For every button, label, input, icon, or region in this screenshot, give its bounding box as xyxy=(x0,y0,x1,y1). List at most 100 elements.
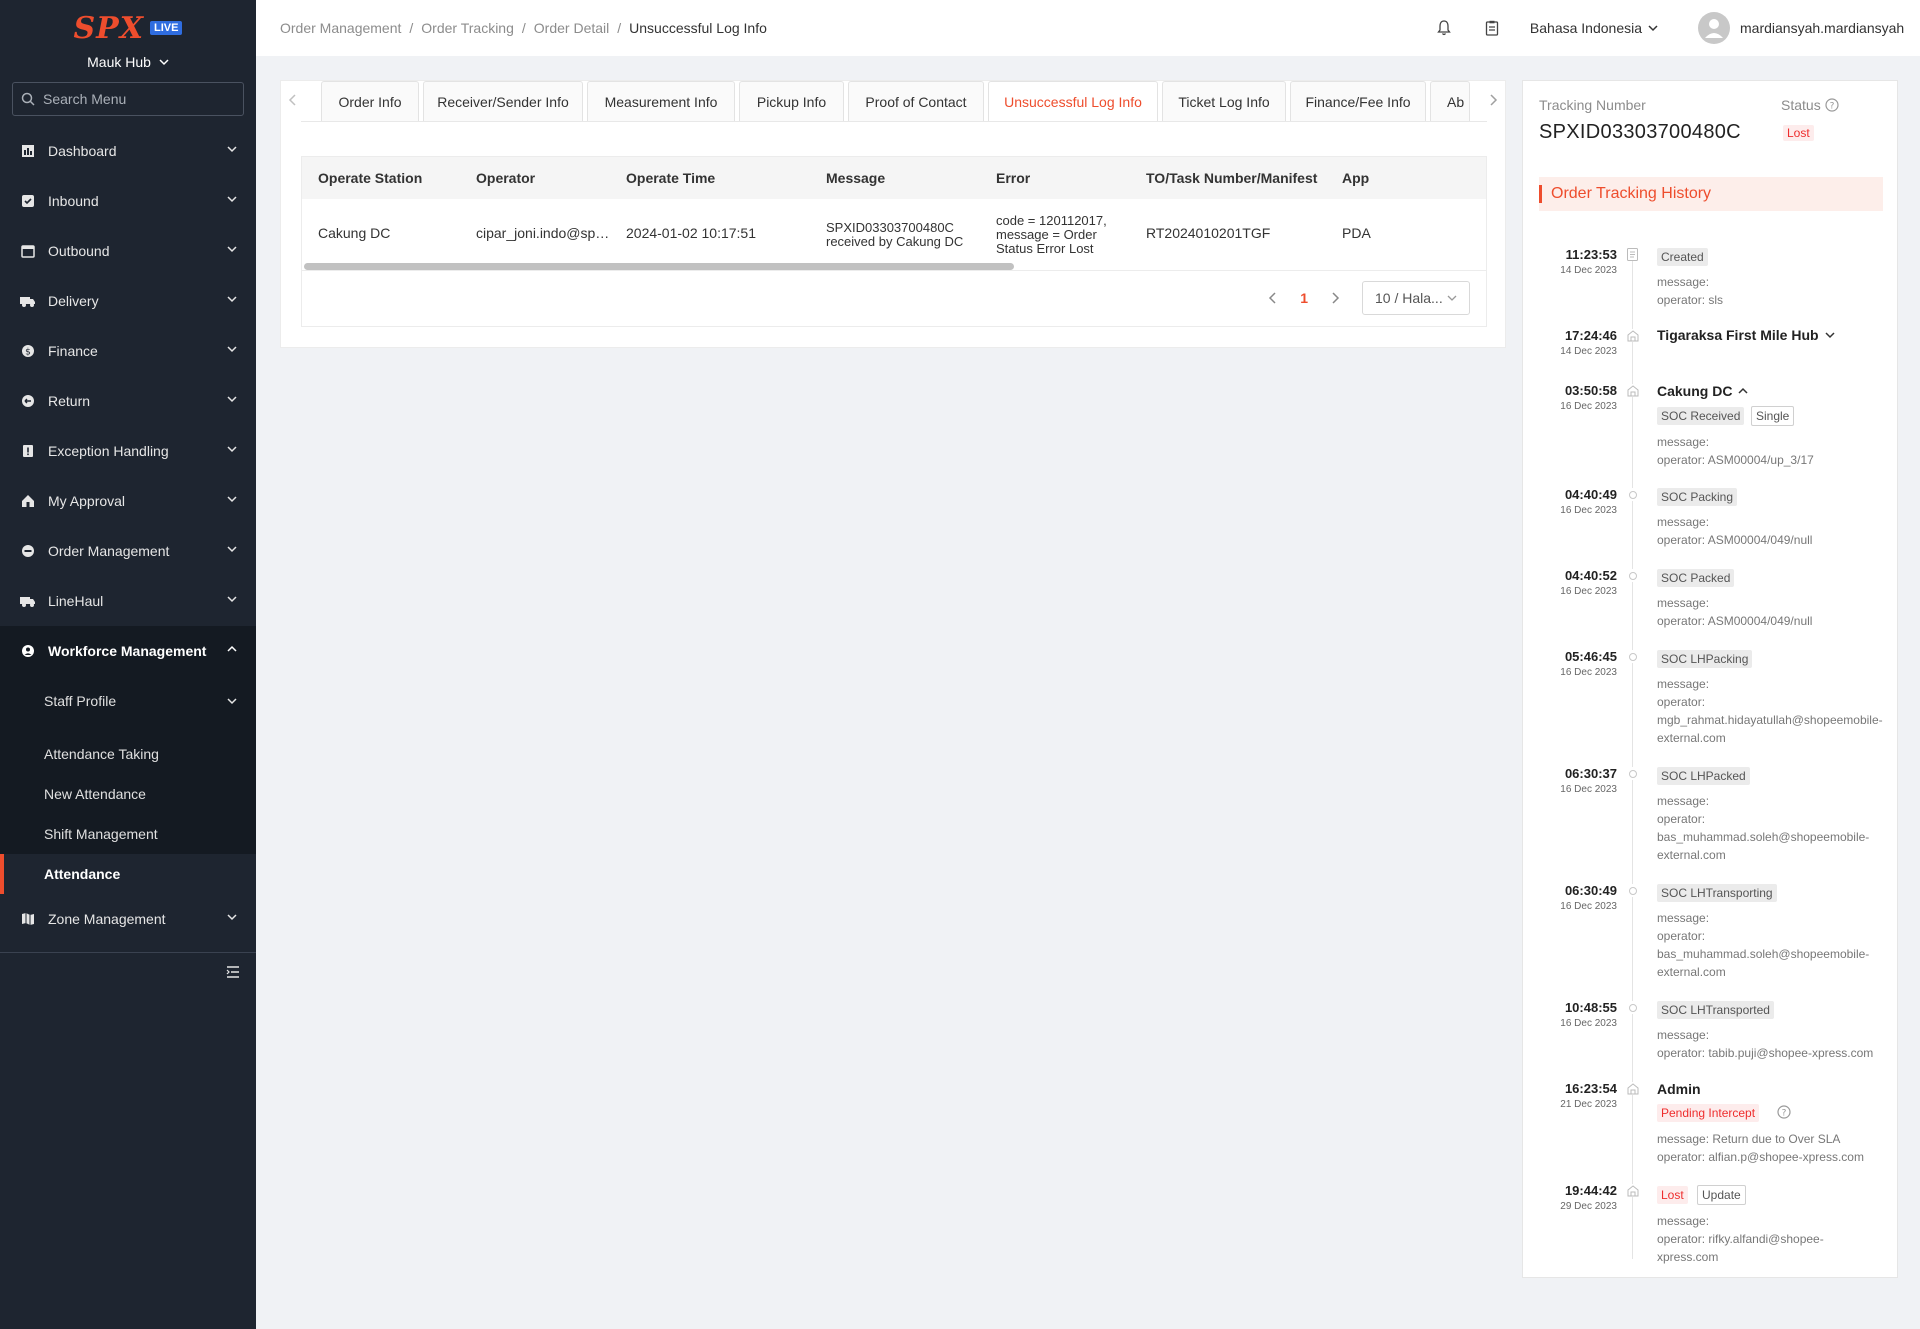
workforce-submenu: Staff Profile Attendance Taking New Atte… xyxy=(0,676,256,894)
spx-logo[interactable]: SPX LIVE xyxy=(0,0,256,48)
menu-order-management[interactable]: Order Management xyxy=(0,526,256,576)
breadcrumb-order-detail[interactable]: Order Detail xyxy=(534,20,609,36)
event-operator: operator: ASM00004/049/null xyxy=(1657,533,1813,547)
menu-label: Delivery xyxy=(48,293,99,309)
breadcrumb: Order Management / Order Tracking / Orde… xyxy=(280,20,767,36)
submenu-shift-management[interactable]: Shift Management xyxy=(0,814,256,854)
tab-pickup-info[interactable]: Pickup Info xyxy=(739,81,844,121)
breadcrumb-order-management[interactable]: Order Management xyxy=(280,20,401,36)
menu-workforce-management[interactable]: Workforce Management xyxy=(0,626,256,676)
event-message: message: xyxy=(1657,275,1710,289)
timeline-dot xyxy=(1626,569,1639,582)
menu-label: My Approval xyxy=(48,493,126,509)
table-row: Cakung DC cipar_joni.indo@spx... 2024-01… xyxy=(302,199,1486,263)
menu-label: Order Management xyxy=(48,543,170,559)
collapse-sidebar-button[interactable] xyxy=(0,953,256,991)
submenu-label: Attendance Taking xyxy=(44,746,159,762)
next-page-icon[interactable] xyxy=(1330,292,1340,304)
tab-proof-of-contact[interactable]: Proof of Contact xyxy=(848,81,984,121)
submenu-spacer xyxy=(0,726,256,734)
calendar-icon xyxy=(20,243,36,259)
search-menu-input[interactable] xyxy=(43,91,233,107)
help-icon[interactable]: ? xyxy=(1825,98,1839,112)
submenu-label: New Attendance xyxy=(44,786,146,802)
event-message: message: xyxy=(1657,911,1710,925)
home-icon xyxy=(20,493,36,509)
chart-icon xyxy=(20,143,36,159)
svg-text:?: ? xyxy=(1829,102,1834,112)
cell-manifest: RT2024010201TGF xyxy=(1146,225,1271,241)
submenu-staff-profile[interactable]: Staff Profile xyxy=(0,676,256,726)
user-menu[interactable]: mardiansyah.mardiansyah xyxy=(1698,12,1920,44)
order-detail-panel: Order Info Receiver/Sender Info Measurem… xyxy=(280,80,1506,348)
submenu-label: Staff Profile xyxy=(44,693,117,709)
search-menu-box[interactable] xyxy=(12,82,244,116)
coin-icon: $ xyxy=(20,343,36,359)
tab-unsuccessful-log-info[interactable]: Unsuccessful Log Info xyxy=(988,81,1158,121)
menu-return[interactable]: Return xyxy=(0,376,256,426)
page-size-select[interactable]: 10 / Hala... xyxy=(1362,281,1470,315)
submenu-new-attendance[interactable]: New Attendance xyxy=(0,774,256,814)
event-date: 16 Dec 2023 xyxy=(1560,667,1617,678)
tab-measurement-info[interactable]: Measurement Info xyxy=(587,81,735,121)
menu-label: Finance xyxy=(48,343,98,359)
page-number[interactable]: 1 xyxy=(1300,290,1308,306)
top-header: Order Management / Order Tracking / Orde… xyxy=(256,0,1920,56)
chevron-down-icon xyxy=(227,196,237,203)
event-operator: operator: alfian.p@shopee-xpress.com xyxy=(1657,1150,1864,1164)
tab-ticket-log-info[interactable]: Ticket Log Info xyxy=(1162,81,1286,121)
event-time: 17:24:46 xyxy=(1564,328,1617,343)
breadcrumb-order-tracking[interactable]: Order Tracking xyxy=(421,20,514,36)
chevron-down-icon xyxy=(227,396,237,403)
event-date: 14 Dec 2023 xyxy=(1560,265,1617,276)
menu-zone-management[interactable]: Zone Management xyxy=(0,894,256,944)
tab-receiver-sender-info[interactable]: Receiver/Sender Info xyxy=(423,81,583,121)
event-time: 03:50:58 xyxy=(1564,383,1617,398)
chevron-down-icon xyxy=(1447,295,1457,301)
horizontal-scrollbar[interactable] xyxy=(304,263,1014,270)
event-tag: SOC Packed xyxy=(1657,569,1735,587)
chevron-down-icon xyxy=(227,146,237,153)
menu-delivery[interactable]: Delivery xyxy=(0,276,256,326)
language-selector[interactable]: Bahasa Indonesia xyxy=(1530,20,1658,36)
return-icon xyxy=(20,393,36,409)
event-location[interactable]: Cakung DC xyxy=(1657,383,1748,399)
event-date: 16 Dec 2023 xyxy=(1560,505,1617,516)
hub-selector[interactable]: Mauk Hub xyxy=(0,48,256,76)
col-error: Error xyxy=(996,170,1031,186)
help-icon[interactable]: ? xyxy=(1777,1105,1791,1119)
event-location[interactable]: Tigaraksa First Mile Hub xyxy=(1657,327,1835,343)
bell-icon[interactable] xyxy=(1434,18,1454,38)
menu-outbound[interactable]: Outbound xyxy=(0,226,256,276)
chevron-up-icon xyxy=(227,645,237,652)
menu-linehaul[interactable]: LineHaul xyxy=(0,576,256,626)
menu-label: Zone Management xyxy=(48,911,166,927)
page-size-value: 10 / Hala... xyxy=(1375,290,1443,306)
cell-time: 2024-01-02 10:17:51 xyxy=(626,225,756,241)
menu-inbound[interactable]: Inbound xyxy=(0,176,256,226)
menu-exception-handling[interactable]: Exception Handling xyxy=(0,426,256,476)
event-operator: operator: bas_muhammad.soleh@shopeemobil… xyxy=(1657,929,1870,979)
submenu-attendance[interactable]: Attendance xyxy=(0,854,256,894)
menu-finance[interactable]: $ Finance xyxy=(0,326,256,376)
chevron-left-icon[interactable] xyxy=(287,93,299,107)
prev-page-icon[interactable] xyxy=(1268,292,1278,304)
event-operator: operator: ASM00004/up_3/17 xyxy=(1657,453,1814,467)
tab-truncated[interactable]: Ab xyxy=(1430,81,1470,121)
event-operator: operator: bas_muhammad.soleh@shopeemobil… xyxy=(1657,812,1870,862)
history-title: Order Tracking History xyxy=(1539,177,1883,211)
tab-order-info[interactable]: Order Info xyxy=(321,81,419,121)
chevron-down-icon xyxy=(227,698,237,705)
tracking-number: SPXID03303700480C xyxy=(1539,121,1741,143)
col-manifest: TO/Task Number/Manifest xyxy=(1146,170,1318,186)
warehouse-icon xyxy=(1626,329,1639,342)
event-time: 04:40:52 xyxy=(1564,568,1617,583)
tab-finance-fee-info[interactable]: Finance/Fee Info xyxy=(1290,81,1426,121)
submenu-attendance-taking[interactable]: Attendance Taking xyxy=(0,734,256,774)
event-time: 11:23:53 xyxy=(1565,247,1617,262)
chevron-right-icon[interactable] xyxy=(1487,93,1499,107)
menu-my-approval[interactable]: My Approval xyxy=(0,476,256,526)
menu-dashboard[interactable]: Dashboard xyxy=(0,126,256,176)
timeline-dot xyxy=(1626,650,1639,663)
clipboard-icon[interactable] xyxy=(1482,18,1502,38)
